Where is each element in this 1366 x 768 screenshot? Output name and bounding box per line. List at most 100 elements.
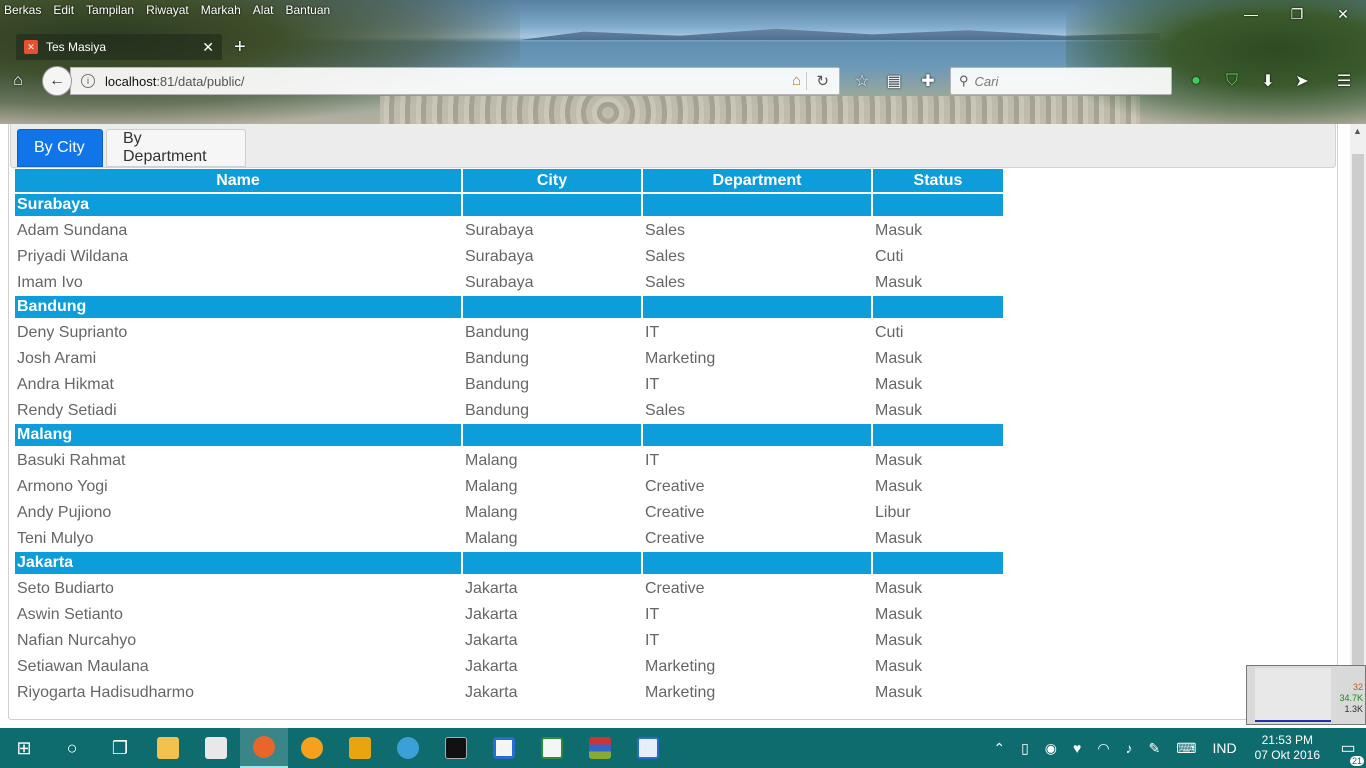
table-row[interactable]: Rendy Setiadi Bandung Sales Masuk (15, 398, 1003, 424)
theme-rocks (380, 96, 1140, 124)
tray-app2-icon[interactable]: ◉ (1037, 740, 1065, 757)
shield-icon[interactable]: ⛉ (1218, 68, 1246, 94)
file-explorer-icon[interactable] (144, 728, 192, 768)
send-icon[interactable]: ➤ (1288, 68, 1316, 94)
action-center-icon[interactable]: ▭ 21 (1330, 738, 1366, 766)
cell-status: Masuk (875, 274, 923, 291)
table-row[interactable]: Setiawan Maulana Jakarta Marketing Masuk (15, 654, 1003, 680)
back-button[interactable]: ← (42, 66, 72, 96)
nav-bar: ⌂ i localhost:81/data/public/ ⌂ ↻ ← ☆ ▤ … (0, 64, 1366, 98)
menu-item-berkas[interactable]: Berkas (4, 3, 41, 19)
new-tab-button[interactable]: + (234, 36, 246, 59)
minimize-button[interactable]: — (1228, 0, 1274, 28)
terminal-icon[interactable] (432, 728, 480, 768)
window-controls: — ❐ ✕ (1228, 0, 1366, 28)
url-bar[interactable]: i localhost:81/data/public/ ⌂ ↻ (70, 67, 840, 95)
url-home-icon[interactable]: ⌂ (792, 72, 801, 89)
group-cell-empty (643, 552, 871, 576)
spreadsheet-app-icon[interactable] (528, 728, 576, 768)
cell-name: Setiawan Maulana (17, 658, 149, 675)
archive-app-icon[interactable] (576, 728, 624, 768)
app-orange-icon[interactable] (288, 728, 336, 768)
window-app-icon[interactable] (480, 728, 528, 768)
browser-tab[interactable]: ✕ Tes Masiya ✕ (16, 34, 222, 60)
cell-department: Sales (645, 222, 686, 239)
cell-name: Armono Yogi (17, 478, 108, 495)
home-icon[interactable]: ⌂ (4, 68, 32, 94)
table-row[interactable]: Andy Pujiono Malang Creative Libur (15, 500, 1003, 526)
column-header-name[interactable]: Name (15, 169, 461, 194)
download-icon[interactable]: ⬇ (1254, 68, 1282, 94)
back-arrow-icon: ← (49, 72, 65, 89)
column-header-city[interactable]: City (463, 169, 641, 194)
search-bar[interactable]: ⚲ Cari (950, 67, 1172, 95)
tray-expand-icon[interactable]: ⌃ (985, 740, 1013, 757)
table-row[interactable]: Priyadi Wildana Surabaya Sales Cuti (15, 244, 1003, 270)
music-app-icon[interactable] (336, 728, 384, 768)
firefox-icon[interactable] (240, 728, 288, 768)
group-row-surabaya[interactable]: Surabaya (15, 194, 1003, 218)
menu-item-alat[interactable]: Alat (253, 3, 274, 19)
cell-name: Priyadi Wildana (17, 248, 129, 265)
table-row[interactable]: Andra Hikmat Bandung IT Masuk (15, 372, 1003, 398)
group-row-jakarta[interactable]: Jakarta (15, 552, 1003, 576)
group-row-malang[interactable]: Malang (15, 424, 1003, 448)
table-row[interactable]: Imam Ivo Surabaya Sales Masuk (15, 270, 1003, 296)
cell-name: Seto Budiarto (17, 580, 114, 597)
tab-by-department[interactable]: By Department (106, 129, 246, 167)
table-row[interactable]: Armono Yogi Malang Creative Masuk (15, 474, 1003, 500)
table-header-row: Name City Department Status (15, 169, 1003, 194)
hamburger-menu-icon[interactable]: ☰ (1330, 68, 1358, 94)
site-info-icon[interactable]: i (81, 74, 95, 88)
close-window-button[interactable]: ✕ (1320, 0, 1366, 28)
globe-app-icon[interactable] (384, 728, 432, 768)
table-row[interactable]: Basuki Rahmat Malang IT Masuk (15, 448, 1003, 474)
start-windows-icon[interactable]: ⊞ (0, 728, 48, 768)
volume-icon[interactable]: ♪ (1118, 740, 1141, 756)
column-header-status[interactable]: Status (873, 169, 1003, 194)
cortana-circle-icon[interactable]: ○ (48, 728, 96, 768)
page-content: By City By Department Name City Departme… (0, 124, 1350, 724)
cell-department: Marketing (645, 658, 716, 675)
table-row[interactable]: Adam Sundana Surabaya Sales Masuk (15, 218, 1003, 244)
addons-puzzle-icon[interactable]: ✚ (914, 68, 942, 94)
restore-button[interactable]: ❐ (1274, 0, 1320, 28)
tray-app3-icon[interactable]: ♥ (1065, 740, 1089, 756)
keyboard-icon[interactable]: ⌨ (1168, 740, 1204, 757)
table-row[interactable]: Deny Suprianto Bandung IT Cuti (15, 320, 1003, 346)
group-row-bandung[interactable]: Bandung (15, 296, 1003, 320)
pen-icon[interactable]: ✎ (1141, 740, 1169, 757)
cell-name: Adam Sundana (17, 222, 128, 239)
column-header-department[interactable]: Department (643, 169, 871, 194)
reading-list-icon[interactable]: ▤ (880, 68, 908, 94)
scrollbar-thumb[interactable] (1352, 154, 1364, 714)
menu-item-markah[interactable]: Markah (201, 3, 241, 19)
menu-item-bantuan[interactable]: Bantuan (285, 3, 330, 19)
clock[interactable]: 21:53 PM 07 Okt 2016 (1245, 733, 1330, 763)
task-view-icon[interactable]: ❐ (96, 728, 144, 768)
vertical-scrollbar[interactable]: ▲ (1350, 124, 1366, 724)
reload-icon[interactable]: ↻ (816, 72, 829, 90)
tab-by-city[interactable]: By City (17, 129, 103, 167)
code-editor-icon[interactable] (624, 728, 672, 768)
table-row[interactable]: Riyogarta Hadisudharmo Jakarta Marketing Ma… (15, 680, 1003, 706)
close-tab-icon[interactable]: ✕ (202, 39, 214, 56)
store-icon[interactable] (192, 728, 240, 768)
menu-item-edit[interactable]: Edit (53, 3, 74, 19)
scroll-up-icon[interactable]: ▲ (1353, 126, 1362, 136)
table-row[interactable]: Nafian Nurcahyo Jakarta IT Masuk (15, 628, 1003, 654)
menu-item-tampilan[interactable]: Tampilan (86, 3, 134, 19)
cell-city: Malang (465, 530, 518, 547)
table-row[interactable]: Josh Arami Bandung Marketing Masuk (15, 346, 1003, 372)
cell-name: Andra Hikmat (17, 376, 114, 393)
menu-item-riwayat[interactable]: Riwayat (146, 3, 189, 19)
wifi-icon[interactable]: ◠ (1089, 740, 1117, 757)
bookmark-star-icon[interactable]: ☆ (848, 68, 876, 94)
table-row[interactable]: Seto Budiarto Jakarta Creative Masuk (15, 576, 1003, 602)
language-indicator[interactable]: IND (1204, 740, 1244, 756)
whatsapp-icon[interactable]: ● (1182, 68, 1210, 94)
cell-department: IT (645, 632, 660, 649)
tray-app1-icon[interactable]: ▯ (1013, 740, 1037, 757)
table-row[interactable]: Teni Mulyo Malang Creative Masuk (15, 526, 1003, 552)
table-row[interactable]: Aswin Setianto Jakarta IT Masuk (15, 602, 1003, 628)
